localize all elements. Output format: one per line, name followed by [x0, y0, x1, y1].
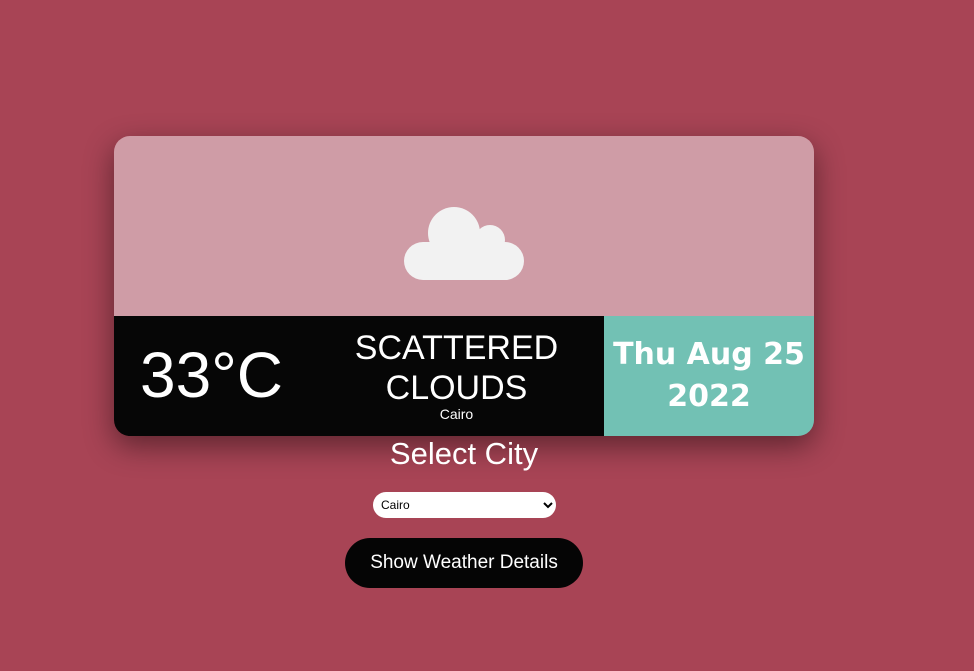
- temperature: 33°C: [140, 339, 283, 411]
- date-year: 2022: [667, 379, 751, 414]
- select-city-heading: Select City: [389, 436, 539, 471]
- city-select[interactable]: Cairo: [373, 492, 556, 518]
- temperature-panel: 33°C SCATTERED CLOUDS Cairo: [114, 316, 604, 436]
- cloud-icon: [404, 207, 524, 280]
- date-day: Thu Aug 25: [613, 337, 805, 372]
- show-weather-details-button[interactable]: Show Weather Details: [345, 538, 583, 588]
- weather-card: 33°C SCATTERED CLOUDS Cairo Thu Aug 25 2…: [114, 136, 814, 436]
- date-panel: Thu Aug 25 2022: [604, 316, 814, 436]
- weather-icon-area: [114, 136, 814, 316]
- weather-description: SCATTERED CLOUDS Cairo: [334, 328, 579, 422]
- city-label: Cairo: [439, 406, 474, 422]
- weather-condition: SCATTERED CLOUDS: [354, 329, 559, 407]
- weather-details-bar: 33°C SCATTERED CLOUDS Cairo Thu Aug 25 2…: [114, 316, 814, 436]
